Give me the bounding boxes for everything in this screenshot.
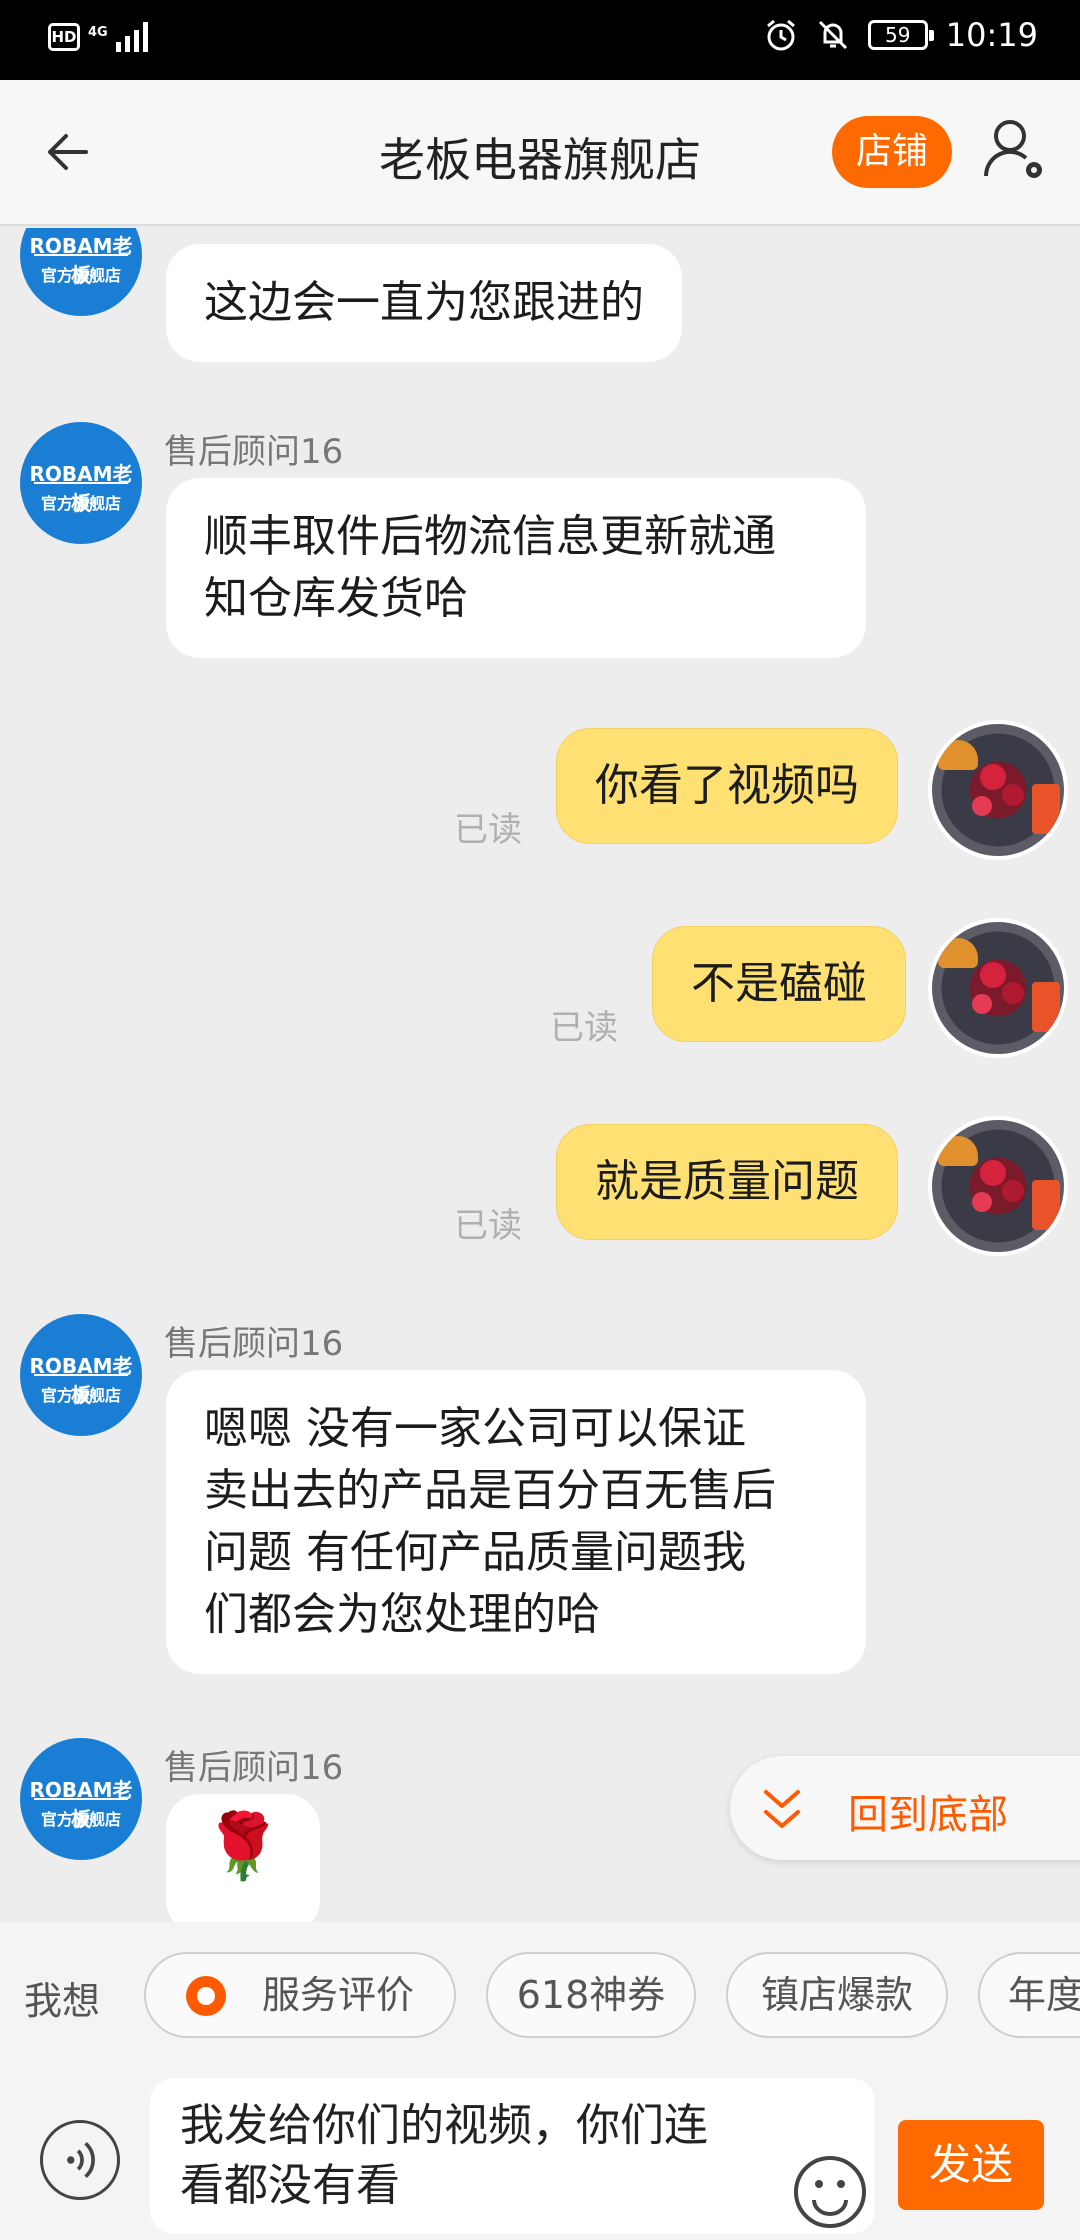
quick-reply-label: 我想 (24, 1979, 101, 2023)
chip-store-hits[interactable]: 镇店爆款 (726, 1952, 948, 2038)
shop-avatar[interactable]: ROBAM老板 官方旗舰店 (20, 422, 142, 544)
sender-name: 售后顾问16 (164, 1748, 344, 1788)
clock: 10:19 (945, 16, 1038, 54)
sender-name: 售后顾问16 (164, 1324, 344, 1364)
message-bubble[interactable]: 嗯嗯 没有一家公司可以保证 卖出去的产品是百分百无售后 问题 有任何产品质量问题… (166, 1370, 866, 1674)
message-bubble[interactable]: 不是磕碰 (652, 926, 906, 1042)
mute-bell-icon (818, 20, 847, 50)
scroll-to-bottom-button[interactable]: 回到底部 (730, 1756, 1080, 1860)
voice-input-icon[interactable] (40, 2120, 120, 2200)
message-input[interactable]: 我发给你们的视频，你们连 看都没有看 (150, 2078, 875, 2234)
double-chevron-down-icon (764, 1790, 800, 1828)
user-avatar[interactable] (928, 918, 1068, 1058)
emoji-icon[interactable] (792, 2154, 868, 2230)
sender-name: 售后顾问16 (164, 432, 344, 472)
message-bubble[interactable]: 顺丰取件后物流信息更新就通 知仓库发货哈 (166, 478, 866, 658)
quick-reply-bar[interactable]: 我想 服务评价 618神券 镇店爆款 年度 (0, 1922, 1080, 2064)
alarm-icon (766, 19, 795, 51)
shop-avatar[interactable]: ROBAM老板 官方旗舰店 (20, 228, 142, 316)
chip-618-coupon[interactable]: 618神券 (486, 1952, 696, 2038)
network-type: 4G (88, 25, 108, 40)
message-bubble[interactable]: 你看了视频吗 (556, 728, 898, 844)
shop-avatar[interactable]: ROBAM老板 官方旗舰店 (20, 1314, 142, 1436)
chat-header: 老板电器旗舰店 店铺 (0, 80, 1080, 226)
read-status: 已读 (454, 810, 522, 850)
signal-icon (115, 22, 148, 52)
scroll-to-bottom-label: 回到底部 (848, 1792, 1008, 1838)
message-bubble[interactable]: 这边会一直为您跟进的 (166, 244, 682, 362)
chip-annual[interactable]: 年度 (978, 1952, 1080, 2038)
read-status: 已读 (550, 1008, 618, 1048)
rating-icon (186, 1976, 226, 2016)
user-avatar[interactable] (928, 1116, 1068, 1256)
user-settings-icon[interactable] (982, 116, 1048, 186)
read-status: 已读 (454, 1206, 522, 1246)
message-bubble[interactable]: 🌹 (166, 1794, 320, 1922)
send-button[interactable]: 发送 (898, 2120, 1044, 2210)
battery-icon: 59 (867, 20, 934, 50)
chip-service-rating[interactable]: 服务评价 (144, 1952, 456, 2038)
shop-button[interactable]: 店铺 (832, 116, 952, 188)
input-bar: 我发给你们的视频，你们连 看都没有看 发送 (0, 2064, 1080, 2240)
hd-badge: HD (48, 23, 80, 51)
user-avatar[interactable] (928, 720, 1068, 860)
message-bubble[interactable]: 就是质量问题 (556, 1124, 898, 1240)
message-list[interactable]: ROBAM老板 官方旗舰店 这边会一直为您跟进的 ROBAM老板 官方旗舰店 售后顾… (0, 228, 1080, 1922)
status-bar: HD 4G 59 10:19 (0, 0, 1080, 80)
rose-emoji: 🌹 (203, 1810, 283, 1884)
shop-avatar[interactable]: ROBAM老板 官方旗舰店 (20, 1738, 142, 1860)
